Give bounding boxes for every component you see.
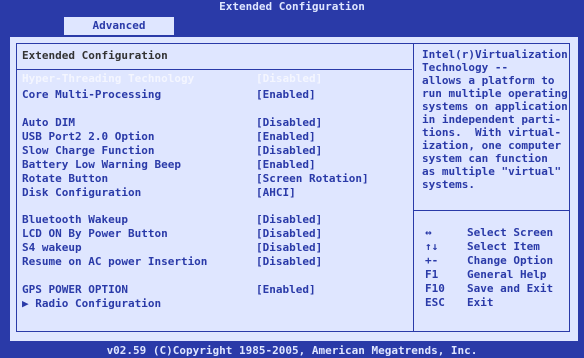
setting-usb-port2-value[interactable]: [Enabled] [256, 130, 316, 143]
setting-core-multi-processing-label[interactable]: Core Multi-Processing [22, 88, 161, 101]
key-select-item-label: Select Item [467, 240, 540, 253]
key-save-exit-label: Save and Exit [467, 282, 554, 295]
key-general-help-label: General Help [467, 268, 547, 281]
key-exit-label: Exit [467, 296, 494, 309]
key-exit: ESC [425, 296, 445, 309]
key-save-exit: F10 [425, 282, 445, 295]
help-divider [413, 43, 414, 332]
setting-disk-configuration-value[interactable]: [AHCI] [256, 186, 296, 199]
setting-core-multi-processing-value[interactable]: [Enabled] [256, 88, 316, 101]
setting-bluetooth-wakeup-value[interactable]: [Disabled] [256, 213, 322, 226]
setting-lcd-on-label[interactable]: LCD ON By Power Button [22, 227, 168, 240]
copyright-footer: v02.59 (C)Copyright 1985-2005, American … [106, 344, 478, 357]
setting-usb-port2-label[interactable]: USB Port2 2.0 Option [22, 130, 154, 143]
section-divider [17, 69, 412, 70]
key-change-option-label: Change Option [467, 254, 554, 267]
setting-slow-charge-value[interactable]: [Disabled] [256, 144, 322, 157]
setting-battery-low-beep-value[interactable]: [Enabled] [256, 158, 316, 171]
window-title: Extended Configuration [0, 0, 584, 14]
key-select-item-icon: ↑↓ [425, 240, 439, 253]
setting-hyper-threading-value[interactable]: [Disabled] [256, 72, 322, 85]
setting-gps-power-label[interactable]: GPS POWER OPTION [22, 283, 128, 296]
key-select-screen-label: Select Screen [467, 226, 554, 239]
setting-resume-ac-label[interactable]: Resume on AC power Insertion [22, 255, 207, 268]
setting-bluetooth-wakeup-label[interactable]: Bluetooth Wakeup [22, 213, 128, 226]
key-select-screen-icon: ↔ [425, 226, 432, 239]
key-change-option: +- [425, 254, 439, 267]
setting-slow-charge-label[interactable]: Slow Charge Function [22, 144, 154, 157]
section-title: Extended Configuration [22, 49, 168, 62]
setting-rotate-button-label[interactable]: Rotate Button [22, 172, 108, 185]
setting-disk-configuration-label[interactable]: Disk Configuration [22, 186, 141, 199]
setting-s4-wakeup-label[interactable]: S4 wakeup [22, 241, 82, 254]
setting-auto-dim-value[interactable]: [Disabled] [256, 116, 322, 129]
help-keys-divider [414, 210, 569, 211]
setting-hyper-threading-label[interactable]: Hyper-Threading Technology [22, 72, 194, 85]
submenu-radio-configuration[interactable]: ▶ Radio Configuration [22, 297, 161, 310]
setting-auto-dim-label[interactable]: Auto DIM [22, 116, 75, 129]
setting-resume-ac-value[interactable]: [Disabled] [256, 255, 322, 268]
setting-lcd-on-value[interactable]: [Disabled] [256, 227, 322, 240]
tab-advanced[interactable]: Advanced [64, 17, 174, 35]
setting-rotate-button-value[interactable]: [Screen Rotation] [256, 172, 369, 185]
setting-gps-power-value[interactable]: [Enabled] [256, 283, 316, 296]
setting-s4-wakeup-value[interactable]: [Disabled] [256, 241, 322, 254]
key-general-help: F1 [425, 268, 439, 281]
setting-battery-low-beep-label[interactable]: Battery Low Warning Beep [22, 158, 181, 171]
help-description: Intel(r)Virtualization Technology -- all… [422, 48, 568, 191]
